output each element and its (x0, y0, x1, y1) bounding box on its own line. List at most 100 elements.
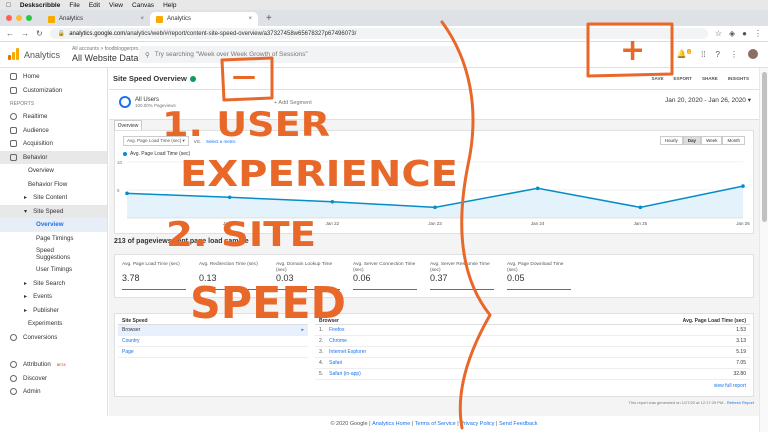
profile-icon[interactable]: ● (742, 29, 747, 38)
search-input[interactable]: ⚲ Try searching "Week over Week Growth o… (139, 46, 459, 63)
sidebar-item-customization[interactable]: Customization (0, 84, 107, 98)
metric-tile[interactable]: Avg. Page Download Time (sec) 0.05 (502, 258, 576, 294)
apple-icon[interactable]:  (6, 2, 11, 9)
address-bar[interactable]: 🔒 analytics.google.com/analytics/web/#/r… (49, 28, 708, 39)
browser-name-link[interactable]: Safari (329, 360, 342, 366)
footer-link-feedback[interactable]: Send Feedback (499, 421, 538, 427)
scrollbar-thumb[interactable] (762, 72, 767, 222)
help-icon[interactable]: ? (716, 50, 720, 59)
notifications-icon[interactable]: 🔔1 (677, 49, 692, 59)
browser-name-link[interactable]: Safari (in-app) (329, 371, 361, 377)
extension-icon[interactable]: ◈ (729, 29, 735, 38)
sidebar-item-admin[interactable]: Admin (0, 385, 107, 399)
date-range-picker[interactable]: Jan 20, 2020 - Jan 26, 2020 ▾ (665, 96, 751, 104)
footer-link-home[interactable]: Analytics Home (372, 421, 410, 427)
insights-button[interactable]: INSIGHTS (728, 76, 749, 81)
footer-copyright: © 2020 Google (330, 421, 368, 427)
granularity-hourly[interactable]: Hourly (659, 136, 683, 145)
star-icon[interactable]: ☆ (715, 29, 722, 38)
share-button[interactable]: SHARE (702, 76, 718, 81)
forward-icon[interactable]: → (21, 29, 29, 38)
metric-tile[interactable]: Avg. Domain Lookup Time (sec) 0.03 (271, 258, 345, 294)
menu-edit[interactable]: Edit (89, 2, 100, 9)
metric-tile[interactable]: Avg. Redirection Time (sec) 0.13 (194, 258, 268, 294)
sidebar-item-user-timings[interactable]: User Timings (0, 263, 107, 277)
browser-name-link[interactable]: Firefox (329, 327, 344, 333)
page-scrollbar[interactable] (759, 68, 768, 432)
minimize-window-button[interactable] (16, 15, 22, 21)
avatar[interactable] (748, 49, 758, 59)
add-segment-button[interactable]: + Add Segment (274, 100, 312, 106)
sidebar-item-site-speed[interactable]: ▾ Site Speed (0, 204, 107, 218)
granularity-week[interactable]: Week (701, 136, 723, 145)
caret-right-icon: ▸ (24, 293, 28, 301)
browser-name-link[interactable]: Chrome (329, 338, 347, 344)
dimension-page[interactable]: Page (118, 347, 308, 358)
apps-grid-icon[interactable]: ⁞⁞ (701, 50, 705, 59)
menu-view[interactable]: View (109, 2, 123, 9)
tab-overview[interactable]: Overview (114, 120, 142, 130)
sidebar-item-site-content[interactable]: ▸ Site Content (0, 191, 107, 205)
menu-file[interactable]: File (69, 2, 79, 9)
sidebar-item-discover[interactable]: Discover (0, 372, 107, 386)
close-tab-icon[interactable]: × (248, 16, 252, 22)
metric-tile-value: 3.78 (122, 273, 140, 283)
browser-tab-1[interactable]: Analytics × (42, 12, 150, 26)
reload-icon[interactable]: ↻ (36, 29, 43, 38)
export-button[interactable]: EXPORT (673, 76, 692, 81)
close-window-button[interactable] (6, 15, 12, 21)
sidebar-item-behavior-overview[interactable]: Overview (0, 164, 107, 178)
metric-tile[interactable]: Avg. Page Load Time (sec) 3.78 (117, 258, 191, 294)
close-tab-icon[interactable]: × (140, 16, 144, 22)
granularity-month[interactable]: Month (722, 136, 745, 145)
chart-card: Avg. Page Load Time (sec) ▾ VS. Select a… (114, 130, 754, 234)
more-vert-icon[interactable]: ⋮ (730, 50, 738, 59)
footer-link-terms[interactable]: Terms of Service (415, 421, 456, 427)
account-selector[interactable]: All accounts > foodbloggerpro.com All We… (72, 46, 149, 64)
sidebar-item-realtime[interactable]: Realtime (0, 110, 107, 124)
menubar-app-name[interactable]: Deskscribble (20, 2, 60, 9)
x-tick-label: Jan 23 (428, 221, 442, 226)
sidebar-item-events[interactable]: ▸ Events (0, 290, 107, 304)
line-chart[interactable]: 10 5 Jan 21 Jan 22 Jan 23 Jan 24 Jan 25 Jan 26 (115, 158, 755, 234)
menu-canvas[interactable]: Canvas (132, 2, 154, 9)
zoom-window-button[interactable] (26, 15, 32, 21)
browser-tab-2[interactable]: Analytics × (150, 12, 258, 26)
metric-tile[interactable]: Avg. Server Connection Time (sec) 0.06 (348, 258, 422, 294)
sidebar-item-label: Realtime (23, 113, 48, 121)
menu-dots-icon[interactable]: ⋮ (754, 29, 762, 38)
chart-legend: Avg. Page Load Time (sec) (123, 151, 190, 157)
select-metric-link[interactable]: Select a metric (206, 139, 236, 144)
sidebar-item-site-speed-overview[interactable]: Overview (0, 218, 107, 232)
refresh-report-link[interactable]: Refresh Report (727, 400, 754, 405)
sidebar-item-acquisition[interactable]: Acquisition (0, 137, 107, 151)
menu-help[interactable]: Help (163, 2, 176, 9)
sidebar-item-publisher[interactable]: ▸ Publisher (0, 304, 107, 318)
metric-tile[interactable]: Avg. Server Response Time (sec) 0.37 (425, 258, 499, 294)
metric-sparkline (430, 284, 494, 290)
sidebar-item-conversions[interactable]: Conversions (0, 331, 107, 345)
view-full-report-link[interactable]: view full report (714, 383, 746, 389)
dimension-country[interactable]: Country (118, 336, 308, 347)
metric-tile-value: 0.05 (507, 273, 525, 283)
analytics-logo-icon[interactable] (8, 48, 19, 60)
metric-tile-value: 0.13 (199, 273, 217, 283)
sidebar-item-behavior[interactable]: Behavior (0, 150, 107, 164)
sidebar-item-audience[interactable]: Audience (0, 124, 107, 138)
new-tab-button[interactable]: + (258, 13, 280, 26)
sidebar-item-page-timings[interactable]: Page Timings (0, 232, 107, 246)
segment-all-users[interactable]: All Users 100.00% Pageviews (119, 96, 176, 108)
sidebar-item-behavior-flow[interactable]: Behavior Flow (0, 178, 107, 192)
save-button[interactable]: SAVE (652, 76, 664, 81)
sidebar-item-attribution[interactable]: Attribution BETA (0, 358, 107, 372)
sidebar-item-speed-suggestions[interactable]: Speed Suggestions (0, 245, 107, 263)
sidebar-item-experiments[interactable]: Experiments (0, 317, 107, 331)
footer-link-privacy[interactable]: Privacy Policy (460, 421, 494, 427)
granularity-day[interactable]: Day (682, 136, 702, 145)
sidebar-item-site-search[interactable]: ▸ Site Search (0, 277, 107, 291)
browser-name-link[interactable]: Internet Explorer (329, 349, 366, 355)
dimension-browser[interactable]: Browser ▸ (118, 325, 308, 336)
sidebar-item-home[interactable]: Home (0, 70, 107, 84)
back-icon[interactable]: ← (6, 29, 14, 38)
metric-select[interactable]: Avg. Page Load Time (sec) ▾ (123, 136, 189, 146)
